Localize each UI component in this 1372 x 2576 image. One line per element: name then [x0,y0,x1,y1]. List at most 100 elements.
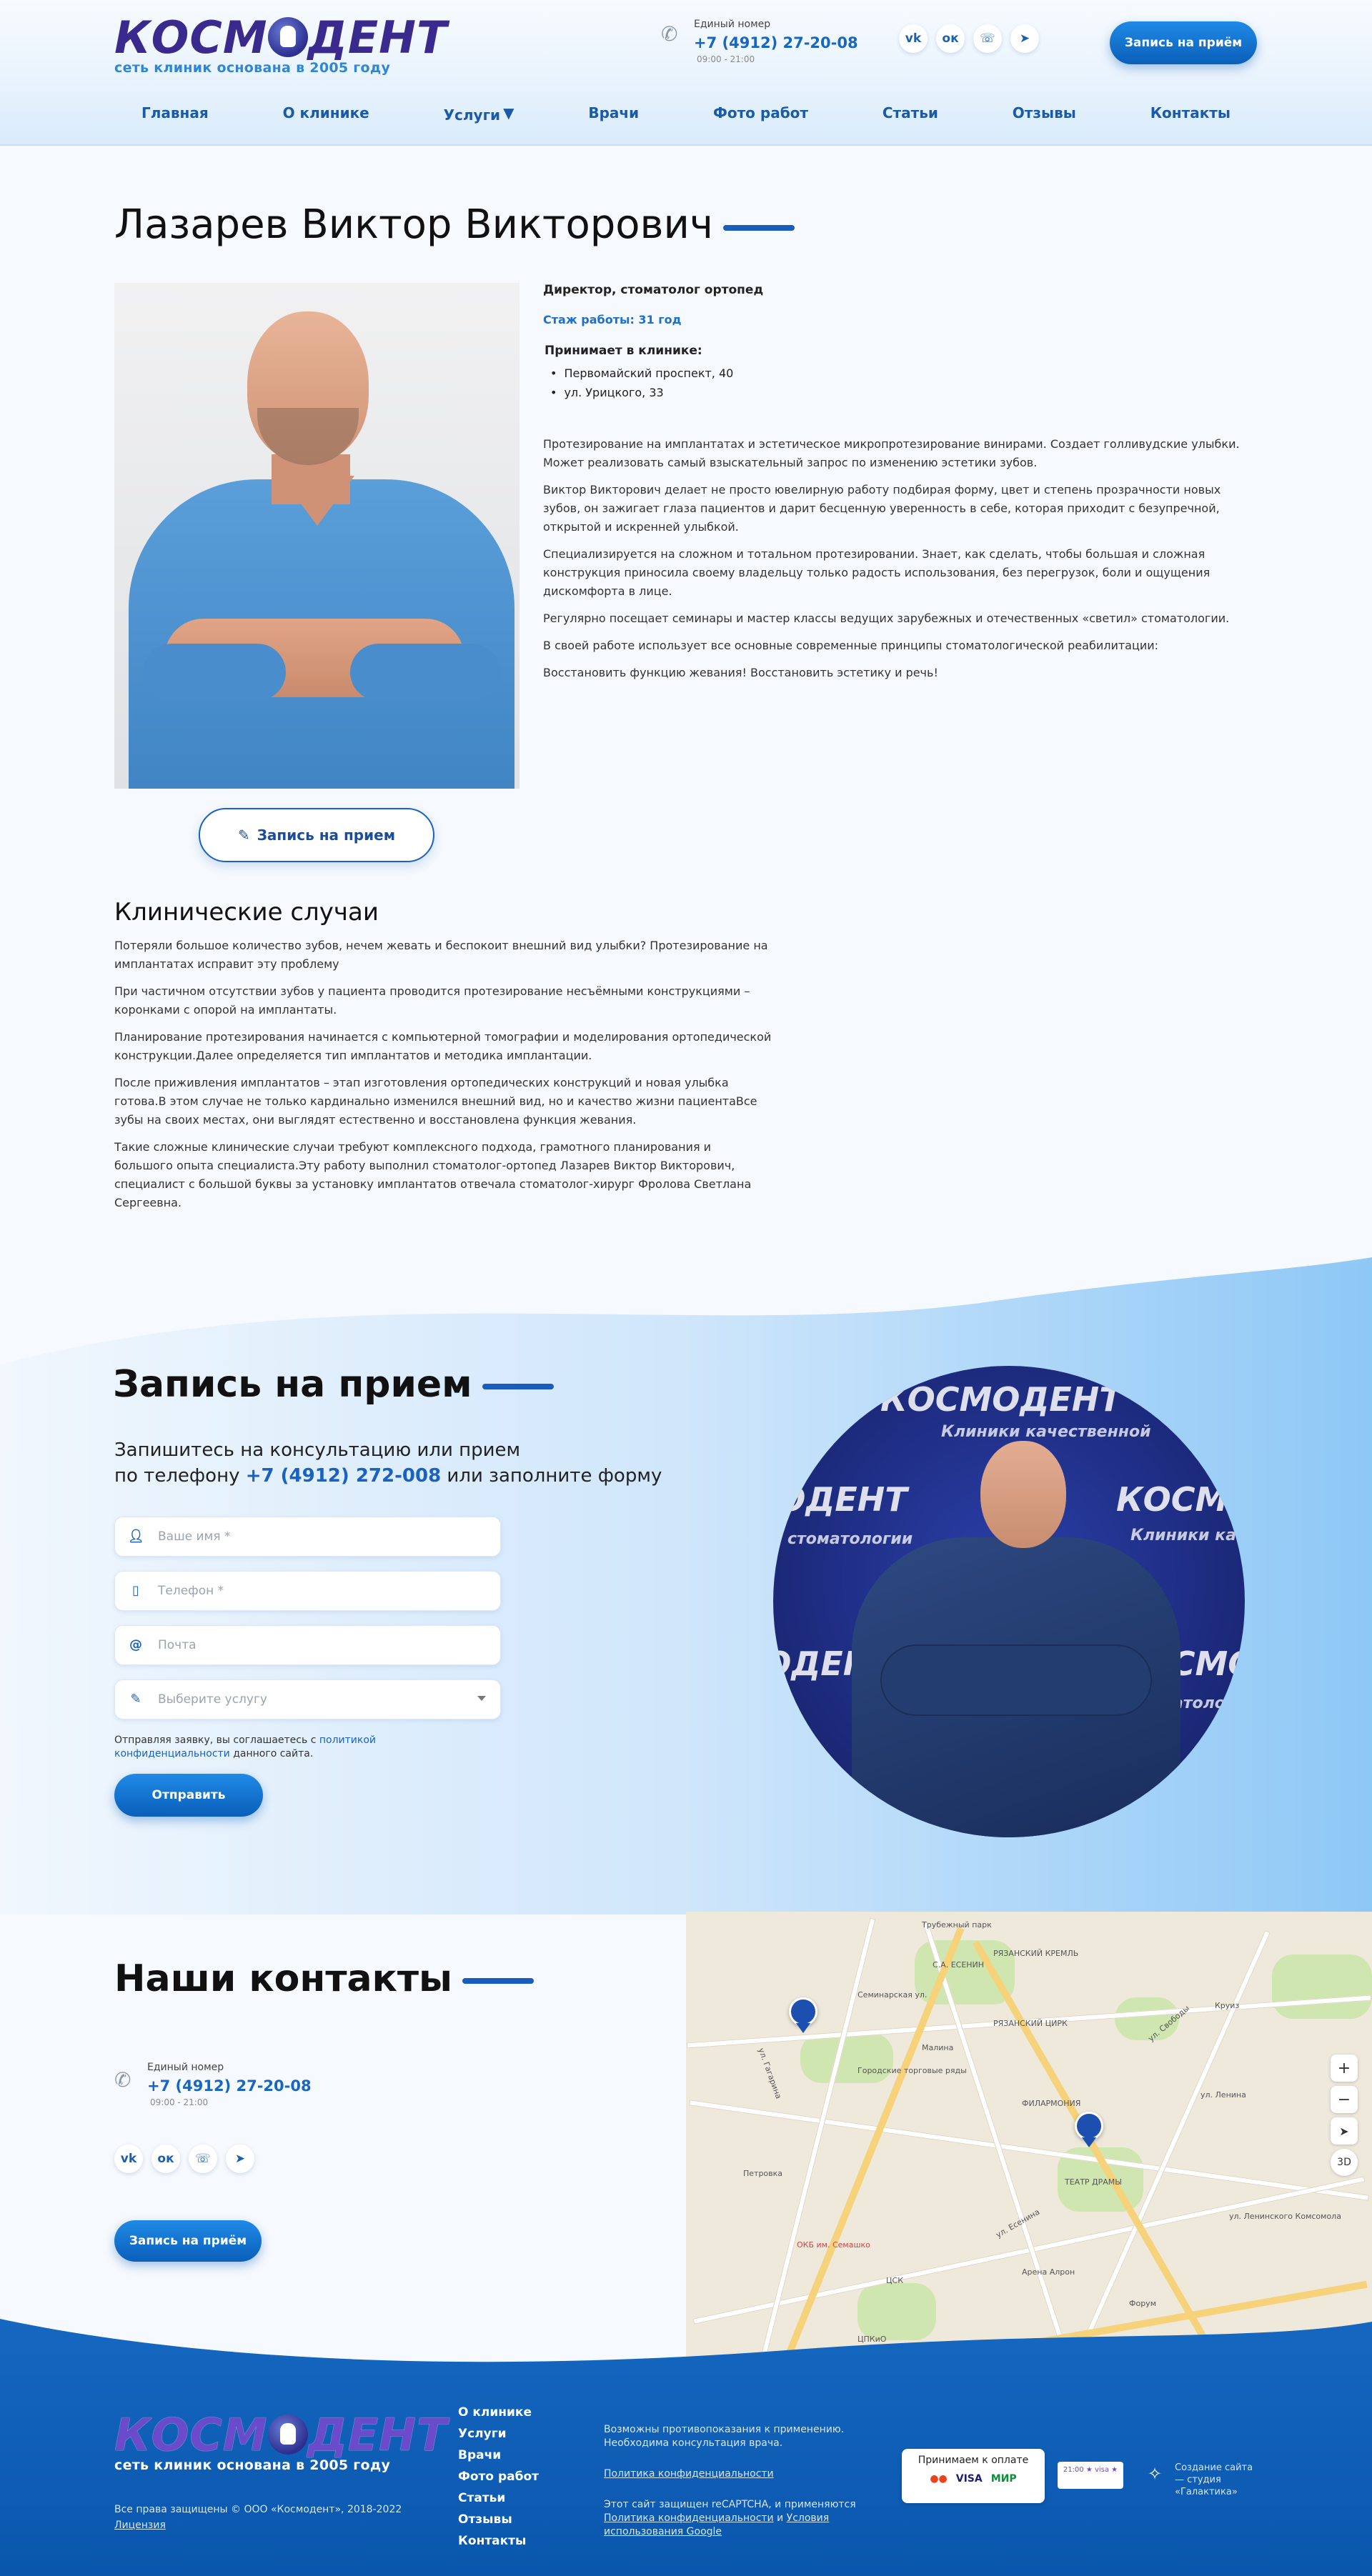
doctor-appointment-label: Запись на прием [257,827,396,844]
map-pin-tail [796,2023,810,2033]
logo-tagline: сеть клиник основана в 2005 году [114,60,391,76]
doctor-info: Директор, стоматолог ортопед Стаж работы… [543,283,1243,691]
doctor-name: Лазарев Виктор Викторович [114,201,714,248]
recaptcha-privacy-link[interactable]: Политика конфиденциальности [604,2512,774,2524]
license-link[interactable]: Лицензия [114,2520,166,2531]
appointment-subtitle-line2: по телефону +7 (4912) 272-008 или заполн… [114,1463,700,1489]
nav-item-services[interactable]: Услуги ▼ [444,104,514,124]
map-label: С.А. ЕСЕНИН [933,1960,985,1970]
copyright-text: Все права защищены © ООО «Космодент», 20… [114,2504,402,2515]
phone-icon: ✆ [114,2068,131,2092]
footer-nav-doctors[interactable]: Врачи [458,2445,539,2466]
map-pin-icon [789,1997,817,2026]
consent-prefix: Отправляя заявку, вы соглашаетесь с [114,1734,319,1746]
ok-icon[interactable]: ок [151,2145,180,2173]
pencil-icon: ✎ [237,827,250,844]
email-field[interactable]: @ Почта [114,1625,501,1665]
at-icon: @ [129,1637,142,1652]
circle-photo-arms [880,1644,1152,1716]
main-nav: Главная О клинике Услуги ▼ Врачи Фото раб… [114,104,1258,124]
nav-item-doctors[interactable]: Врачи [588,104,639,124]
doctor-paragraph: Виктор Викторович делает не просто ювели… [543,483,1221,534]
recaptcha-notice: Этот сайт защищен reCAPTCHA, и применяют… [604,2498,890,2539]
map-label: ЦСК [886,2276,904,2285]
privacy-policy-link[interactable]: Политика конфиденциальности [604,2467,890,2481]
phone-number-link[interactable]: +7 (4912) 27-20-08 [147,2077,312,2095]
whatsapp-icon[interactable]: ☏ [189,2145,217,2173]
studio-credit[interactable]: ✧ Создание сайта — студия «Галактика» [1148,2462,1262,2498]
map-label: ТЕАТР ДРАМЫ [1065,2177,1122,2187]
map-label: Семинарская ул. [858,1990,928,2000]
photo-vneck [280,476,354,526]
footer-nav-photos[interactable]: Фото работ [458,2466,539,2487]
clinic-map-pin[interactable] [789,1997,817,2035]
zoom-out-button[interactable]: − [1331,2086,1358,2113]
whatsapp-icon[interactable]: ☏ [973,24,1002,53]
footer-legal: Возможны противопоказания к применению. … [604,2423,890,2539]
vk-icon[interactable]: vk [899,24,928,53]
nav-item-home[interactable]: Главная [141,104,209,124]
telegram-icon[interactable]: ➤ [226,2145,254,2173]
doctor-description: Протезирование на имплантатах и эстетиче… [543,435,1243,682]
banner-tagline: Клиники качественной [1130,1527,1245,1544]
phone-hours: 09:00 - 21:00 [697,54,755,64]
zoom-in-button[interactable]: + [1331,2055,1358,2082]
footer-nav-about[interactable]: О клинике [458,2402,539,2423]
address-item: ул. Урицкого, 33 [550,383,1243,402]
map-3d-button[interactable]: 3D [1331,2149,1358,2176]
subtitle-suffix: или заполните форму [441,1465,662,1487]
name-field[interactable]: 👤︎ Ваше имя * [114,1517,501,1557]
doctor-paragraph: В своей работе использует все основные с… [543,639,1159,652]
telegram-icon[interactable]: ➤ [1010,24,1039,53]
doctor-role: Директор, стоматолог ортопед [543,283,764,297]
footer-nav-services[interactable]: Услуги [458,2423,539,2445]
clinic-map-pin[interactable] [1075,2112,1103,2149]
ok-icon[interactable]: ок [936,24,965,53]
consent-suffix: данного сайта. [229,1748,314,1759]
footer-nav-articles[interactable]: Статьи [458,2487,539,2509]
map-label: РЯЗАНСКИЙ КРЕМЛЬ [993,1949,1079,1958]
map-label: Круиз [1215,2001,1240,2010]
pencil-icon: ✎ [130,1692,141,1707]
chevron-down-icon [477,1696,486,1701]
footer-nav-reviews[interactable]: Отзывы [458,2509,539,2530]
banner-tagline: Клиники качественной [941,1423,1151,1441]
doctor-appointment-button[interactable]: ✎ Запись на прием [199,808,434,862]
appointment-phone-link[interactable]: +7 (4912) 272-008 [246,1465,441,1487]
geolocation-button[interactable]: ➤ [1331,2117,1358,2145]
map-label: РЯЗАНСКИЙ ЦИРК [993,2019,1068,2028]
subtitle-prefix: по телефону [114,1465,246,1487]
map-label: ул. Гагарина [756,2047,784,2100]
site-logo[interactable]: КОСМ ДЕНТ сеть клиник основана в 2005 год… [114,11,448,76]
nav-item-photos[interactable]: Фото работ [713,104,808,124]
medical-warning: Возможны противопоказания к применению. … [604,2424,845,2449]
nav-item-about[interactable]: О клинике [283,104,369,124]
doctor-circle-photo: КОСМОДЕНТ КОСМОДЕНТ КОСМОДЕНТ КОСМОДЕНТ … [773,1366,1245,1837]
service-select[interactable]: ✎ Выберите услугу [114,1679,501,1719]
nav-item-articles[interactable]: Статьи [883,104,938,124]
studio-credit-text: Создание сайта — студия «Галактика» [1175,2462,1253,2497]
clinic-map[interactable]: Трубежный парк Семинарская ул. С.А. ЕСЕН… [686,1912,1372,2369]
contacts-appointment-button[interactable]: Запись на приём [114,2220,262,2262]
logo-wordmark: КОСМ ДЕНТ [114,11,448,64]
recaptcha-and: и [773,2512,787,2524]
rating-badge[interactable]: 21:00 ★ visa ★ [1058,2462,1123,2489]
footer-nav-contacts[interactable]: Контакты [458,2530,539,2552]
logo-tagline: сеть клиник основана в 2005 году [114,2457,391,2473]
phone-field[interactable]: ▯ Телефон * [114,1571,501,1611]
map-pin-tail [1082,2137,1096,2147]
vk-icon[interactable]: vk [114,2145,143,2173]
header-appointment-button[interactable]: Запись на приём [1110,21,1257,64]
submit-button[interactable]: Отправить [114,1774,263,1817]
nav-item-reviews[interactable]: Отзывы [1013,104,1076,124]
phone-number-link[interactable]: +7 (4912) 27-20-08 [694,34,858,51]
map-park [1272,1955,1372,2019]
contacts-socials: vk ок ☏ ➤ [114,2145,254,2173]
case-paragraph: После приживления имплантатов – этап изг… [114,1076,757,1127]
tooth-logo-icon [267,2415,308,2455]
footer-logo[interactable]: КОСМ ДЕНТ сеть клиник основана в 2005 год… [114,2410,447,2474]
appointment-subtitle: Запишитесь на консультацию или прием по … [114,1437,700,1489]
site-header: КОСМ ДЕНТ сеть клиник основана в 2005 год… [0,0,1372,146]
doctor-paragraph: Регулярно посещает семинары и мастер кла… [543,611,1230,625]
nav-item-contacts[interactable]: Контакты [1150,104,1231,124]
